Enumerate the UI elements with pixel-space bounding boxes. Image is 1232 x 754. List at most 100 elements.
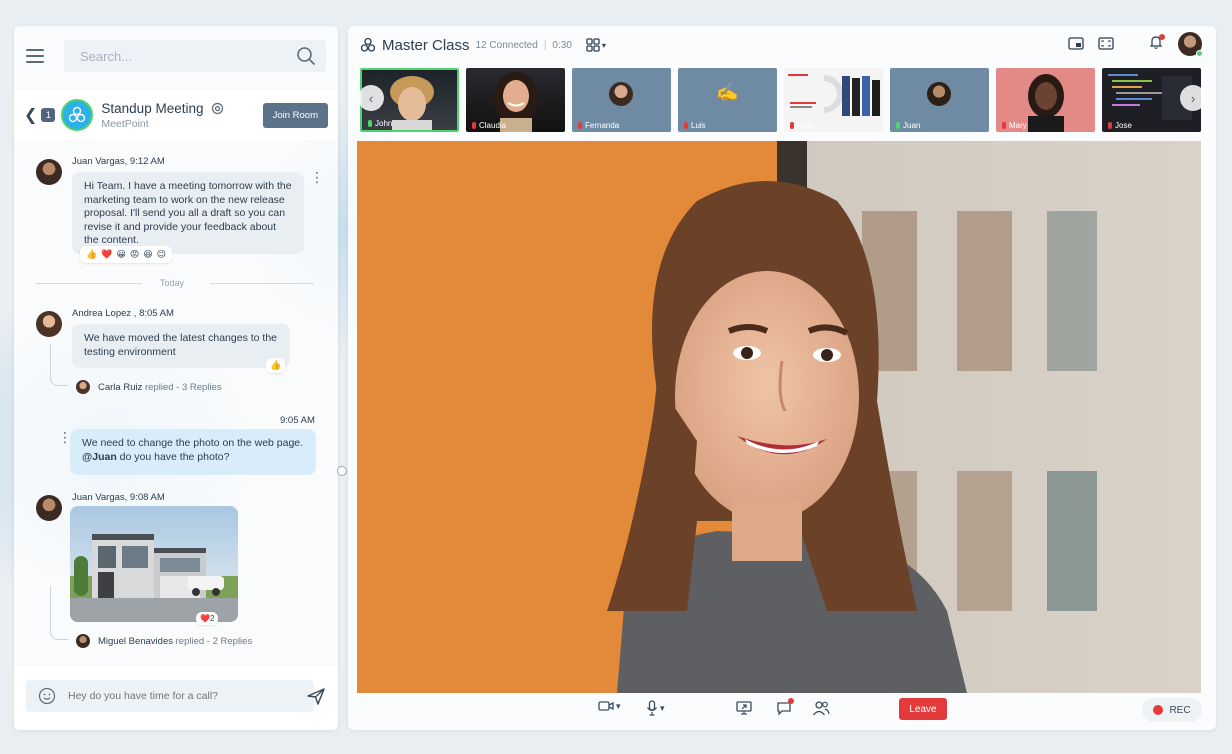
meeting-panel: Master Class 12 Connected | 0:30 ▾ John … bbox=[348, 26, 1216, 730]
writing-hand-icon: ✍️ bbox=[716, 82, 739, 102]
room-subtitle: MeetPoint bbox=[101, 117, 149, 130]
screen-share-button[interactable] bbox=[736, 700, 752, 716]
unread-badge: 1 bbox=[41, 108, 56, 122]
microphone-icon bbox=[647, 700, 657, 716]
participant-label: Luis bbox=[684, 121, 706, 130]
thread-connector bbox=[50, 586, 68, 640]
room-header: ❮ 1 Standup Meeting MeetPoint Join Room bbox=[14, 90, 338, 140]
main-speaker-video[interactable] bbox=[357, 141, 1201, 693]
microphone-toggle[interactable]: ▾ bbox=[646, 700, 665, 716]
leave-button[interactable]: Leave bbox=[899, 698, 947, 720]
own-message-bubble: We need to change the photo on the web p… bbox=[70, 429, 316, 475]
participants-icon bbox=[812, 701, 830, 716]
notification-bell[interactable] bbox=[1148, 33, 1165, 55]
search-box bbox=[64, 40, 326, 72]
panel-resize-handle[interactable] bbox=[337, 466, 347, 476]
laugh-reaction[interactable]: 😆 bbox=[143, 249, 152, 260]
participant-tile[interactable]: Mary bbox=[996, 68, 1095, 132]
header-actions bbox=[1068, 32, 1203, 57]
thread-reply-summary[interactable]: Carla Ruiz replied - 3 Replies bbox=[98, 382, 222, 393]
layout-grid-icon[interactable]: ▾ bbox=[586, 38, 606, 52]
reply-count: replied - 2 Replies bbox=[173, 636, 253, 647]
heart-reaction[interactable]: ❤️ bbox=[101, 249, 112, 260]
message-text: We need to change the photo on the web p… bbox=[82, 437, 304, 449]
screen-share-icon bbox=[736, 701, 752, 715]
participants-button[interactable] bbox=[812, 700, 830, 716]
more-options-icon[interactable]: ⋮ bbox=[310, 170, 324, 184]
mic-off-icon bbox=[578, 122, 582, 129]
participant-label: Mary bbox=[1002, 121, 1027, 130]
camera-toggle[interactable]: ▾ bbox=[598, 700, 621, 712]
chat-panel: ❮ 1 Standup Meeting MeetPoint Join Room … bbox=[14, 26, 338, 730]
grin-reaction[interactable]: 😀 bbox=[116, 249, 125, 260]
heart-reaction: ❤️2 bbox=[200, 614, 215, 623]
chevron-down-icon: ▾ bbox=[616, 700, 621, 711]
mic-off-icon bbox=[684, 122, 688, 129]
scroll-left-icon[interactable]: ‹ bbox=[358, 85, 384, 111]
house-image[interactable] bbox=[70, 506, 238, 622]
participant-tile[interactable]: Claudia bbox=[466, 68, 565, 132]
participant-label: Fernanda bbox=[578, 121, 619, 130]
record-button[interactable]: REC bbox=[1142, 698, 1202, 722]
message-time: 9:05 AM bbox=[280, 415, 315, 426]
participant-label: Jose bbox=[1108, 121, 1132, 130]
room-avatar bbox=[61, 99, 94, 131]
thumbs-up-reaction: 👍 bbox=[270, 360, 282, 370]
search-input[interactable] bbox=[80, 48, 280, 64]
participant-tile[interactable]: Juan bbox=[890, 68, 989, 132]
message-bubble: Hi Team. I have a meeting tomorrow with … bbox=[72, 172, 304, 254]
chevron-down-icon: ▾ bbox=[660, 702, 665, 713]
reply-count: replied - 3 Replies bbox=[142, 382, 222, 393]
reaction-chip[interactable]: ❤️2 bbox=[196, 612, 219, 625]
back-chevron-icon[interactable]: ❮ bbox=[24, 105, 37, 125]
reaction-chip[interactable]: 👍 bbox=[266, 358, 286, 373]
emoji-icon[interactable] bbox=[38, 687, 56, 705]
mic-off-icon bbox=[790, 122, 794, 129]
participant-avatar bbox=[609, 82, 633, 106]
search-icon[interactable] bbox=[296, 46, 316, 66]
participant-tile[interactable]: Ram bbox=[784, 68, 883, 132]
mention[interactable]: @Juan bbox=[82, 451, 117, 463]
chat-button[interactable] bbox=[776, 698, 794, 718]
message-author: Juan Vargas, 9:12 AM bbox=[72, 156, 165, 167]
participant-label: John bbox=[368, 119, 392, 128]
picture-in-picture-icon[interactable] bbox=[1068, 37, 1084, 51]
notification-dot bbox=[788, 698, 794, 704]
settings-target-icon[interactable] bbox=[211, 102, 224, 115]
fullscreen-icon[interactable] bbox=[1098, 37, 1114, 51]
thread-reply-summary[interactable]: Miguel Benavides replied - 2 Replies bbox=[98, 636, 252, 647]
mic-off-icon bbox=[1002, 122, 1006, 129]
thumbs-up-reaction[interactable]: 👍 bbox=[86, 249, 97, 260]
group-icon bbox=[360, 37, 376, 52]
mic-on-icon bbox=[368, 120, 372, 127]
message-input[interactable] bbox=[68, 690, 288, 702]
menu-icon[interactable] bbox=[26, 49, 44, 63]
reaction-bar: 👍 ❤️ 😀 😡 😆 😉 bbox=[80, 246, 172, 263]
message-author: Andrea Lopez , 8:05 AM bbox=[72, 308, 174, 319]
message-text: do you have the photo? bbox=[116, 450, 230, 463]
mic-off-icon bbox=[472, 122, 476, 129]
avatar bbox=[36, 311, 62, 337]
join-room-button[interactable]: Join Room bbox=[262, 102, 328, 128]
date-divider-label: Today bbox=[160, 278, 185, 288]
thread-connector bbox=[50, 344, 68, 386]
mic-on-icon bbox=[896, 122, 900, 129]
mic-off-icon bbox=[1108, 122, 1112, 129]
user-avatar[interactable] bbox=[1178, 32, 1203, 57]
compose-box bbox=[26, 680, 314, 712]
meeting-title: Master Class bbox=[382, 36, 470, 54]
participant-label: Claudia bbox=[472, 121, 506, 130]
participant-tile[interactable]: Fernanda bbox=[572, 68, 671, 132]
participant-name: Fernanda bbox=[585, 121, 620, 130]
avatar bbox=[76, 380, 90, 394]
participant-name: Jose bbox=[1115, 121, 1132, 130]
participant-tile[interactable]: ✍️ Luis bbox=[678, 68, 777, 132]
group-icon bbox=[69, 106, 86, 123]
connected-count: 12 Connected bbox=[475, 39, 538, 51]
record-label: REC bbox=[1169, 704, 1191, 716]
angry-reaction[interactable]: 😡 bbox=[130, 249, 139, 260]
scroll-right-icon[interactable]: › bbox=[1180, 85, 1206, 111]
send-icon[interactable] bbox=[306, 686, 326, 706]
record-dot-icon bbox=[1153, 705, 1164, 715]
wink-reaction[interactable]: 😉 bbox=[157, 249, 166, 260]
